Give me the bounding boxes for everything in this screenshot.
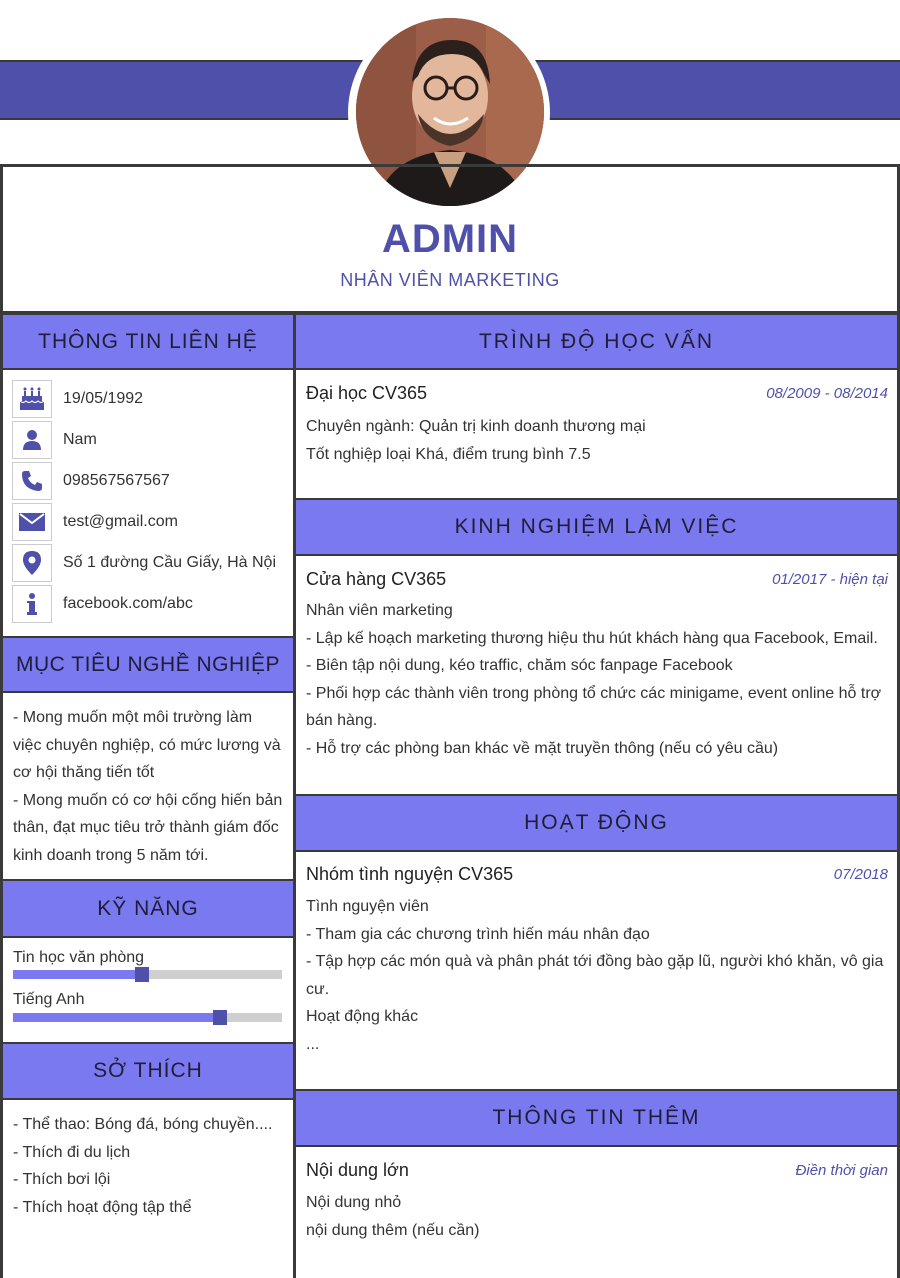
education-period: 08/2009 - 08/2014 bbox=[766, 385, 888, 402]
map-pin-icon bbox=[12, 544, 52, 582]
education-section-title: TRÌNH ĐỘ HỌC VẤN bbox=[296, 313, 897, 370]
skill-bar-knob bbox=[135, 967, 150, 982]
name-block: ADMIN NHÂN VIÊN MARKETING bbox=[3, 167, 897, 313]
skill-label: Tin học văn phòng bbox=[13, 949, 145, 966]
objective-line: việc chuyên nghiệp, có mức lương và bbox=[13, 736, 281, 754]
contact-item-gender: Nam bbox=[12, 421, 97, 459]
education-school: Đại học CV365 bbox=[306, 383, 428, 403]
contact-item-email: test@gmail.com bbox=[12, 503, 178, 541]
activities-section-title: HOẠT ĐỘNG bbox=[296, 794, 897, 852]
contact-item-phone: 098567567567 bbox=[12, 462, 170, 500]
more-info-period: Điền thời gian bbox=[795, 1162, 888, 1179]
contact-section-title: THÔNG TIN LIÊN HỆ bbox=[3, 313, 293, 370]
hobby-line: - Thể thao: Bóng đá, bóng chuyền.... bbox=[13, 1116, 273, 1133]
skill-bar-fill bbox=[13, 970, 143, 979]
more-info-section-title: THÔNG TIN THÊM bbox=[296, 1089, 897, 1147]
skills-section-title: KỸ NĂNG bbox=[3, 879, 293, 938]
contact-birthday-text: 19/05/1992 bbox=[63, 390, 144, 407]
objective-line: thân, đạt mục tiêu trở thành giám đốc bbox=[13, 819, 279, 836]
more-info-heading: Nội dung lớn bbox=[306, 1160, 409, 1180]
contact-email-text: test@gmail.com bbox=[63, 513, 178, 530]
contact-address-text: Số 1 đường Cầu Giấy, Hà Nội bbox=[63, 554, 277, 571]
experience-details: Nhân viên marketing - Lập kế hoạch marke… bbox=[306, 597, 891, 762]
objective-text: - Mong muốn một môi trường làm việc chuy… bbox=[13, 704, 291, 869]
objective-line: cơ hội thăng tiến tốt bbox=[13, 764, 155, 781]
experience-line: - Hỗ trợ các phòng ban khác về mặt truyề… bbox=[306, 739, 779, 757]
experience-line: - Phối hợp các thành viên trong phòng tổ… bbox=[306, 684, 882, 702]
contact-gender-text: Nam bbox=[63, 431, 97, 448]
skill-bar-fill bbox=[13, 1013, 221, 1022]
skill-bar-knob bbox=[213, 1010, 228, 1025]
hobby-line: - Thích hoạt động tập thể bbox=[13, 1198, 192, 1216]
hobby-line: - Thích bơi lội bbox=[13, 1171, 111, 1188]
skill-label: Tiếng Anh bbox=[13, 991, 85, 1008]
objective-line: - Mong muốn một môi trường làm bbox=[13, 709, 253, 726]
candidate-role: NHÂN VIÊN MARKETING bbox=[340, 270, 560, 290]
hobbies-section-title: SỞ THÍCH bbox=[3, 1042, 293, 1100]
skill-bar bbox=[13, 1010, 282, 1025]
experience-line: Nhân viên marketing bbox=[306, 602, 453, 619]
objective-line: - Mong muốn có cơ hội cống hiến bản bbox=[13, 791, 283, 809]
hobby-line: - Thích đi du lịch bbox=[13, 1143, 131, 1161]
activity-line: Hoạt động khác bbox=[306, 1008, 419, 1025]
person-icon bbox=[12, 421, 52, 459]
activities-group: Nhóm tình nguyện CV365 bbox=[306, 864, 514, 884]
experience-section-title: KINH NGHIỆM LÀM VIỆC bbox=[296, 498, 897, 556]
activities-details: Tình nguyện viên - Tham gia các chương t… bbox=[306, 893, 891, 1058]
activities-period: 07/2018 bbox=[833, 866, 888, 883]
more-info-line: Nội dung nhỏ bbox=[306, 1194, 402, 1211]
activity-line: - Tham gia các chương trình hiến máu nhâ… bbox=[306, 925, 650, 943]
activity-line: ... bbox=[306, 1035, 320, 1053]
candidate-name: ADMIN bbox=[381, 217, 519, 261]
phone-icon bbox=[12, 462, 52, 500]
education-line: Tốt nghiệp loại Khá, điểm trung bình 7.5 bbox=[306, 445, 591, 463]
activity-line: Tình nguyện viên bbox=[306, 898, 429, 915]
objective-section-title: MỤC TIÊU NGHỀ NGHIỆP bbox=[3, 636, 293, 693]
experience-line: bán hàng. bbox=[306, 712, 378, 729]
contact-item-address: Số 1 đường Cầu Giấy, Hà Nội bbox=[12, 544, 276, 582]
hobbies-text: - Thể thao: Bóng đá, bóng chuyền.... - T… bbox=[13, 1111, 291, 1221]
skill-bar bbox=[13, 967, 282, 982]
education-line: Chuyên ngành: Quản trị kinh doanh thương… bbox=[306, 418, 646, 435]
contact-item-birthday: 19/05/1992 bbox=[12, 380, 143, 418]
education-details: Chuyên ngành: Quản trị kinh doanh thương… bbox=[306, 413, 891, 468]
more-info-line: nội dung thêm (nếu cần) bbox=[306, 1221, 480, 1239]
contact-phone-text: 098567567567 bbox=[63, 472, 170, 489]
objective-line: kinh doanh trong 5 năm tới. bbox=[13, 846, 209, 864]
contact-item-facebook: facebook.com/abc bbox=[12, 585, 193, 623]
contact-facebook-text: facebook.com/abc bbox=[63, 595, 193, 612]
more-info-details: Nội dung nhỏ nội dung thêm (nếu cần) bbox=[306, 1189, 891, 1244]
experience-line: - Lập kế hoạch marketing thương hiệu thu… bbox=[306, 629, 878, 647]
activity-line: cư. bbox=[306, 980, 330, 998]
activity-line: - Tập hợp các món quà và phân phát tới đ… bbox=[306, 953, 884, 970]
experience-line: - Biên tập nội dung, kéo traffic, chăm s… bbox=[306, 657, 733, 674]
info-icon bbox=[12, 585, 52, 623]
experience-company: Cửa hàng CV365 bbox=[306, 569, 447, 589]
birthday-cake-icon bbox=[12, 380, 52, 418]
experience-period: 01/2017 - hiện tại bbox=[772, 571, 888, 588]
envelope-icon bbox=[12, 503, 52, 541]
